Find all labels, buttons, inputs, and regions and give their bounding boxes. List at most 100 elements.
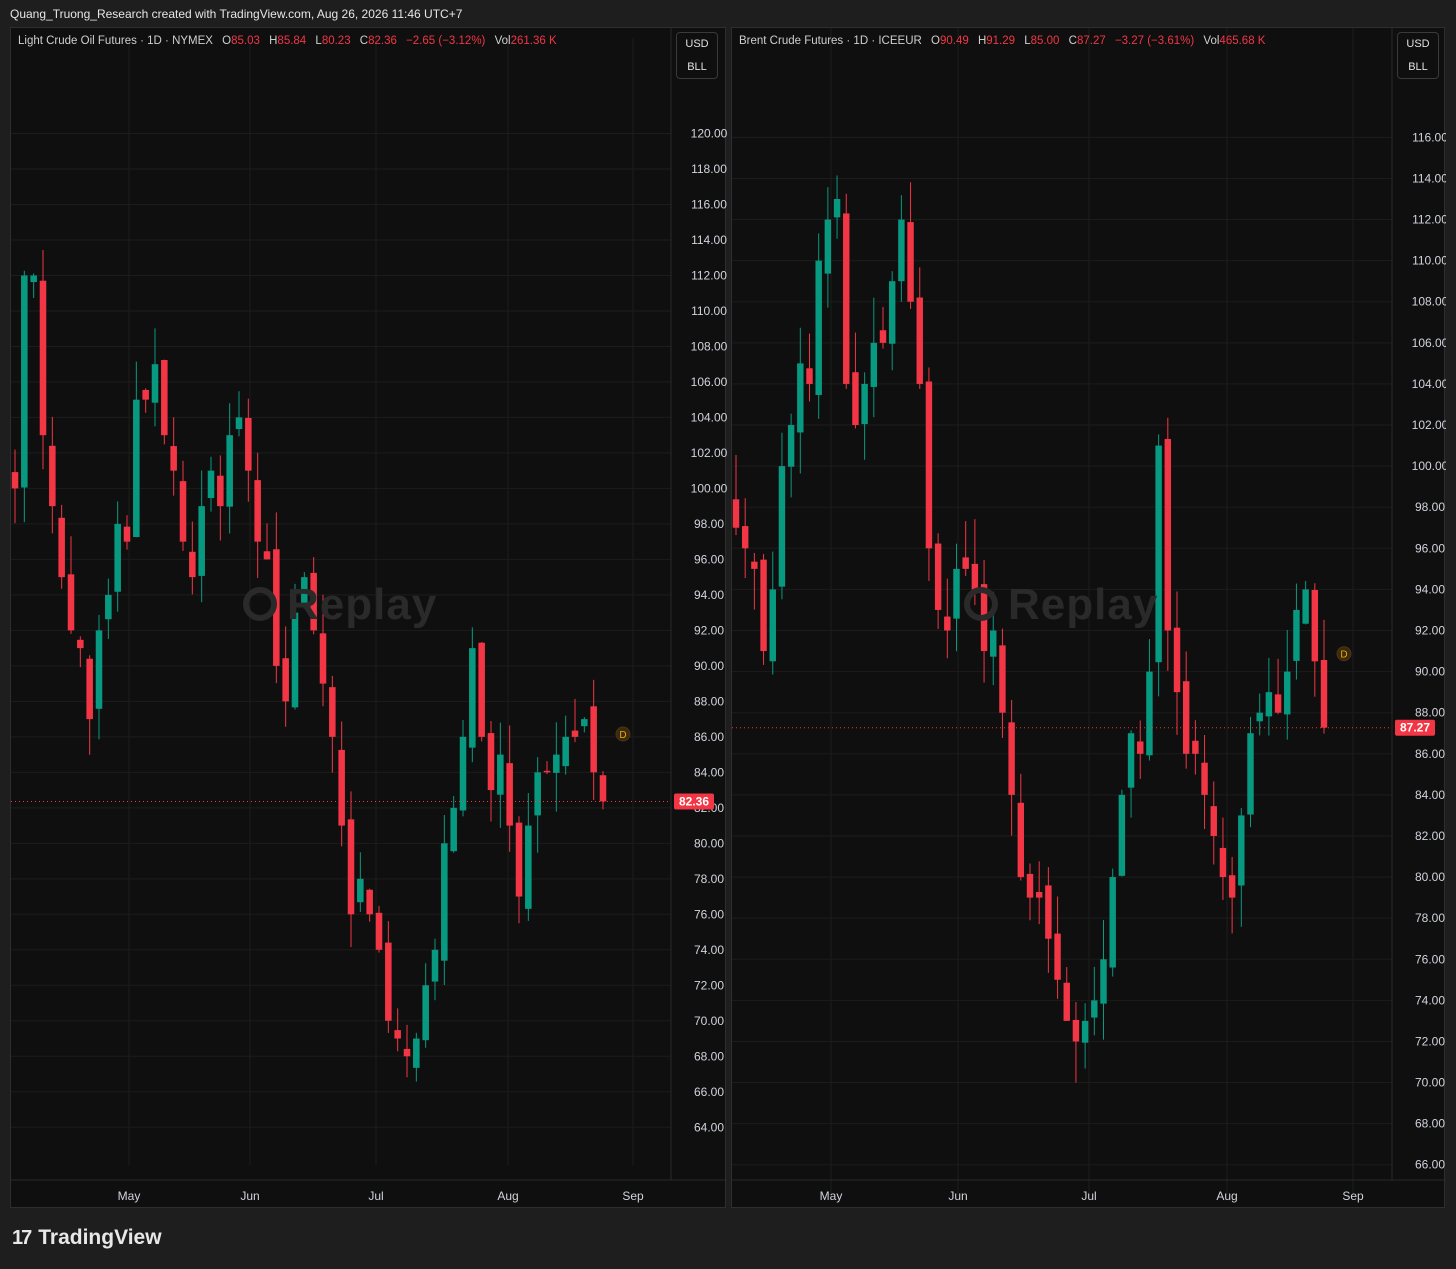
candle-body bbox=[161, 360, 168, 436]
wti-symbol-name[interactable]: Light Crude Oil Futures bbox=[18, 35, 137, 47]
candle-body bbox=[879, 330, 887, 343]
brent-unit-selector[interactable]: USD BLL bbox=[1397, 32, 1439, 79]
candle-body bbox=[999, 645, 1006, 713]
y-tick-label: 76.00 bbox=[1415, 952, 1445, 966]
brent-high-value: 91.29 bbox=[986, 35, 1016, 47]
attribution-text: Quang_Truong_Research created with Tradi… bbox=[10, 7, 463, 21]
candle-body bbox=[179, 481, 187, 542]
y-tick-label: 76.00 bbox=[694, 907, 724, 921]
event-marker-label: D bbox=[1340, 650, 1347, 661]
candle-body bbox=[469, 648, 476, 748]
y-tick-label: 88.00 bbox=[1415, 706, 1445, 720]
y-tick-label: 82.00 bbox=[1415, 829, 1445, 843]
candle-body bbox=[590, 706, 597, 773]
wti-unit-selector[interactable]: USD BLL bbox=[676, 32, 718, 79]
candle-body bbox=[58, 517, 65, 578]
candle-body bbox=[1045, 885, 1052, 939]
candle-body bbox=[1192, 740, 1199, 754]
y-tick-label: 80.00 bbox=[1415, 870, 1445, 884]
candle-body bbox=[114, 523, 121, 592]
brent-interval[interactable]: 1D bbox=[853, 35, 868, 47]
candle-body bbox=[123, 526, 131, 542]
y-tick-label: 104.00 bbox=[691, 410, 727, 424]
replay-icon bbox=[964, 587, 998, 621]
y-tick-label: 92.00 bbox=[694, 623, 724, 637]
candle-body bbox=[1091, 1000, 1098, 1018]
y-tick-label: 74.00 bbox=[1415, 993, 1445, 1007]
candle-body bbox=[403, 1048, 411, 1057]
wti-interval[interactable]: 1D bbox=[147, 35, 162, 47]
brent-chart-panel[interactable]: 66.00 68.00 70.00 72.00 74.00 76.00 78.00 80.00… bbox=[731, 27, 1446, 1208]
candle-body bbox=[852, 372, 859, 426]
brent-symbol-name[interactable]: Brent Crude Futures bbox=[739, 35, 843, 47]
y-tick-label: 64.00 bbox=[694, 1120, 724, 1134]
candle-body bbox=[769, 589, 776, 662]
tradingview-brand: TradingView bbox=[38, 1226, 162, 1249]
brent-low-value: 85.00 bbox=[1030, 35, 1060, 47]
y-tick-label: 84.00 bbox=[694, 765, 724, 779]
y-tick-label: 66.00 bbox=[1415, 1158, 1445, 1172]
y-tick-label: 96.00 bbox=[1415, 541, 1445, 555]
y-tick-label: 116.00 bbox=[1412, 130, 1446, 144]
y-tick-label: 106.00 bbox=[691, 375, 727, 389]
candle-body bbox=[797, 363, 804, 433]
wti-currency-label[interactable]: USD bbox=[677, 33, 717, 56]
candle-body bbox=[1072, 1019, 1080, 1042]
candle-body bbox=[1238, 815, 1245, 886]
wti-exchange: NYMEX bbox=[172, 35, 213, 47]
candle-body bbox=[741, 526, 749, 549]
candle-body bbox=[1146, 671, 1153, 756]
candle-body bbox=[1035, 892, 1043, 898]
candle-body bbox=[357, 878, 364, 903]
y-tick-label: 110.00 bbox=[691, 304, 727, 318]
wti-change-value: −2.65 (−3.12%) bbox=[406, 35, 486, 47]
candle-body bbox=[1127, 733, 1135, 788]
brent-currency-label[interactable]: USD bbox=[1398, 33, 1438, 56]
candle-body bbox=[431, 949, 439, 982]
y-tick-label: 98.00 bbox=[694, 517, 724, 531]
x-tick-label: Jun bbox=[948, 1189, 967, 1203]
candle-body bbox=[944, 616, 951, 631]
candle-body bbox=[990, 630, 997, 657]
candle-body bbox=[1109, 877, 1116, 968]
candle-body bbox=[1201, 762, 1208, 795]
event-marker-label: D bbox=[619, 730, 626, 741]
brent-exchange: ICEEUR bbox=[878, 35, 922, 47]
wti-low-value: 80.23 bbox=[321, 35, 351, 47]
y-tick-label: 90.00 bbox=[1415, 665, 1445, 679]
candle-body bbox=[21, 275, 28, 488]
candle-body bbox=[77, 639, 84, 649]
candle-body bbox=[1247, 733, 1254, 815]
candle-body bbox=[189, 551, 196, 578]
tradingview-footer[interactable]: 17 TradingView bbox=[12, 1226, 162, 1250]
candle-body bbox=[263, 551, 271, 560]
replay-watermark: Replay bbox=[243, 580, 437, 630]
y-tick-label: 104.00 bbox=[1412, 377, 1446, 391]
candle-body bbox=[329, 687, 336, 737]
candle-body bbox=[338, 749, 345, 826]
brent-unit-label[interactable]: BLL bbox=[1398, 56, 1438, 79]
candle-body bbox=[30, 275, 37, 283]
candle-body bbox=[366, 889, 373, 915]
candle-body bbox=[1008, 722, 1015, 795]
candle-body bbox=[385, 942, 392, 1021]
last-price-label: 82.36 bbox=[679, 794, 709, 808]
candle-body bbox=[953, 568, 960, 619]
wti-unit-label[interactable]: BLL bbox=[677, 56, 717, 79]
tradingview-logo-icon: 17 bbox=[12, 1226, 32, 1249]
x-tick-label: Aug bbox=[1216, 1189, 1237, 1203]
y-tick-label: 120.00 bbox=[691, 126, 727, 140]
y-tick-label: 106.00 bbox=[1412, 336, 1446, 350]
y-tick-label: 108.00 bbox=[1412, 295, 1446, 309]
y-tick-label: 74.00 bbox=[694, 943, 724, 957]
x-tick-label: May bbox=[820, 1189, 843, 1203]
y-tick-label: 70.00 bbox=[694, 1014, 724, 1028]
candle-body bbox=[235, 417, 243, 429]
candle-body bbox=[1265, 692, 1273, 717]
wti-chart-panel[interactable]: 64.00 66.00 68.00 70.00 72.00 74.00 76.00 78.00… bbox=[10, 27, 727, 1208]
brent-legend: Brent Crude Futures · 1D · ICEEUR O90.49… bbox=[739, 35, 1266, 47]
candle-body bbox=[1182, 681, 1190, 754]
y-tick-label: 70.00 bbox=[1415, 1076, 1445, 1090]
candle-body bbox=[450, 807, 457, 852]
y-tick-label: 66.00 bbox=[694, 1085, 724, 1099]
